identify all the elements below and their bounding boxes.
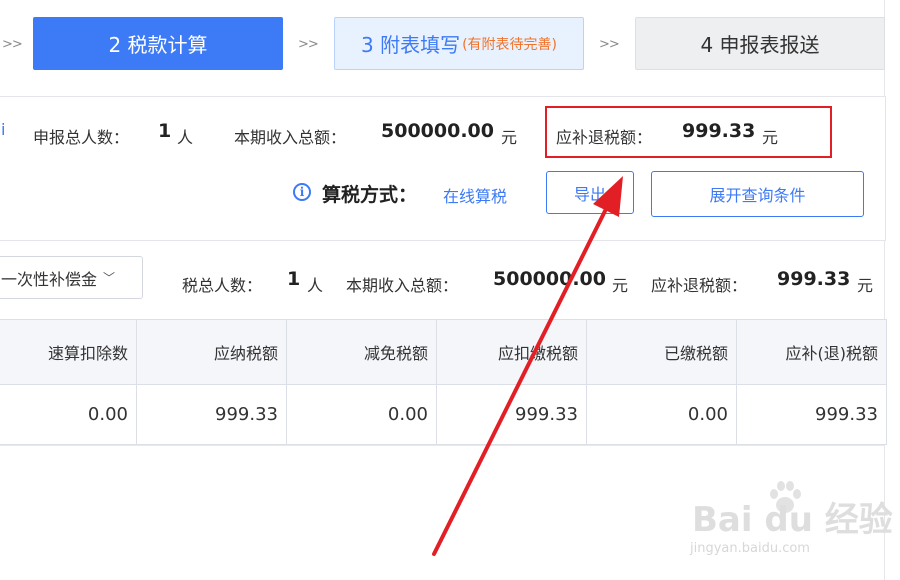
- filter-count-value: 1: [287, 268, 301, 290]
- step-label: 3 附表填写: [360, 33, 461, 57]
- column-header: 应补(退)税额: [736, 319, 887, 385]
- step-note: (有附表待完善): [462, 36, 558, 53]
- calc-method-label: 算税方式：: [322, 184, 418, 206]
- table-cell: 999.33: [736, 384, 887, 445]
- table-cell: 0.00: [286, 384, 437, 445]
- table-cell: 999.33: [136, 384, 287, 445]
- income-total-value: 500000.00: [381, 120, 494, 142]
- step-separator: >>: [2, 37, 23, 52]
- table-row[interactable]: 0.00 999.33 0.00 999.33 0.00 999.33: [0, 384, 887, 445]
- step-separator: >>: [298, 37, 319, 52]
- info-icon[interactable]: i: [293, 183, 311, 201]
- chevron-down-icon: ﹀: [103, 271, 116, 285]
- total-count-value: 1: [158, 120, 172, 142]
- step-label: 4 申报表报送: [700, 33, 820, 57]
- filter-count-unit: 人: [307, 276, 324, 295]
- table-cell: 0.00: [0, 384, 137, 445]
- table-cell: 999.33: [436, 384, 587, 445]
- filter-tax-value: 999.33: [777, 268, 851, 290]
- watermark-logo: Bai du 经验: [692, 500, 893, 540]
- filter-income-label: 本期收入总额：: [346, 276, 459, 295]
- calc-method-value: 在线算税: [443, 187, 508, 206]
- tax-due-highlight: [545, 106, 832, 158]
- table-header-row: 速算扣除数 应纳税额 减免税额 应扣缴税额 已缴税额 应补(退)税额: [0, 319, 887, 385]
- income-type-select[interactable]: 一次性补偿金 ﹀: [0, 256, 143, 299]
- column-header: 速算扣除数: [0, 319, 137, 385]
- filter-income-value: 500000.00: [493, 268, 606, 290]
- step-tax-calculation[interactable]: 2 税款计算: [33, 17, 283, 70]
- summary-left-mark: i: [1, 120, 6, 139]
- tax-table: 速算扣除数 应纳税额 减免税额 应扣缴税额 已缴税额 应补(退)税额 0.00 …: [0, 319, 887, 445]
- filter-count-label: 税总人数：: [182, 276, 263, 295]
- step-submit-report[interactable]: 4 申报表报送: [635, 17, 885, 70]
- filter-tax-unit: 元: [857, 276, 874, 295]
- total-count-unit: 人: [177, 128, 194, 147]
- watermark-url: jingyan.baidu.com: [690, 541, 810, 556]
- export-button[interactable]: 导出: [546, 171, 634, 214]
- column-header: 应纳税额: [136, 319, 287, 385]
- table-cell: 0.00: [586, 384, 737, 445]
- filter-tax-label: 应补退税额：: [651, 276, 748, 295]
- column-header: 减免税额: [286, 319, 437, 385]
- table-bottom-divider: [0, 445, 884, 446]
- step-label: 2 税款计算: [108, 33, 208, 57]
- column-header: 已缴税额: [586, 319, 737, 385]
- step-schedule-fill[interactable]: 3 附表填写 (有附表待完善): [334, 17, 584, 70]
- select-value: 一次性补偿金: [1, 269, 98, 289]
- column-header: 应扣缴税额: [436, 319, 587, 385]
- income-total-label: 本期收入总额：: [234, 128, 347, 147]
- expand-query-button[interactable]: 展开查询条件: [651, 171, 864, 217]
- step-separator: >>: [599, 37, 620, 52]
- income-total-unit: 元: [501, 128, 518, 147]
- total-count-label: 申报总人数：: [33, 128, 130, 147]
- filter-income-unit: 元: [612, 276, 629, 295]
